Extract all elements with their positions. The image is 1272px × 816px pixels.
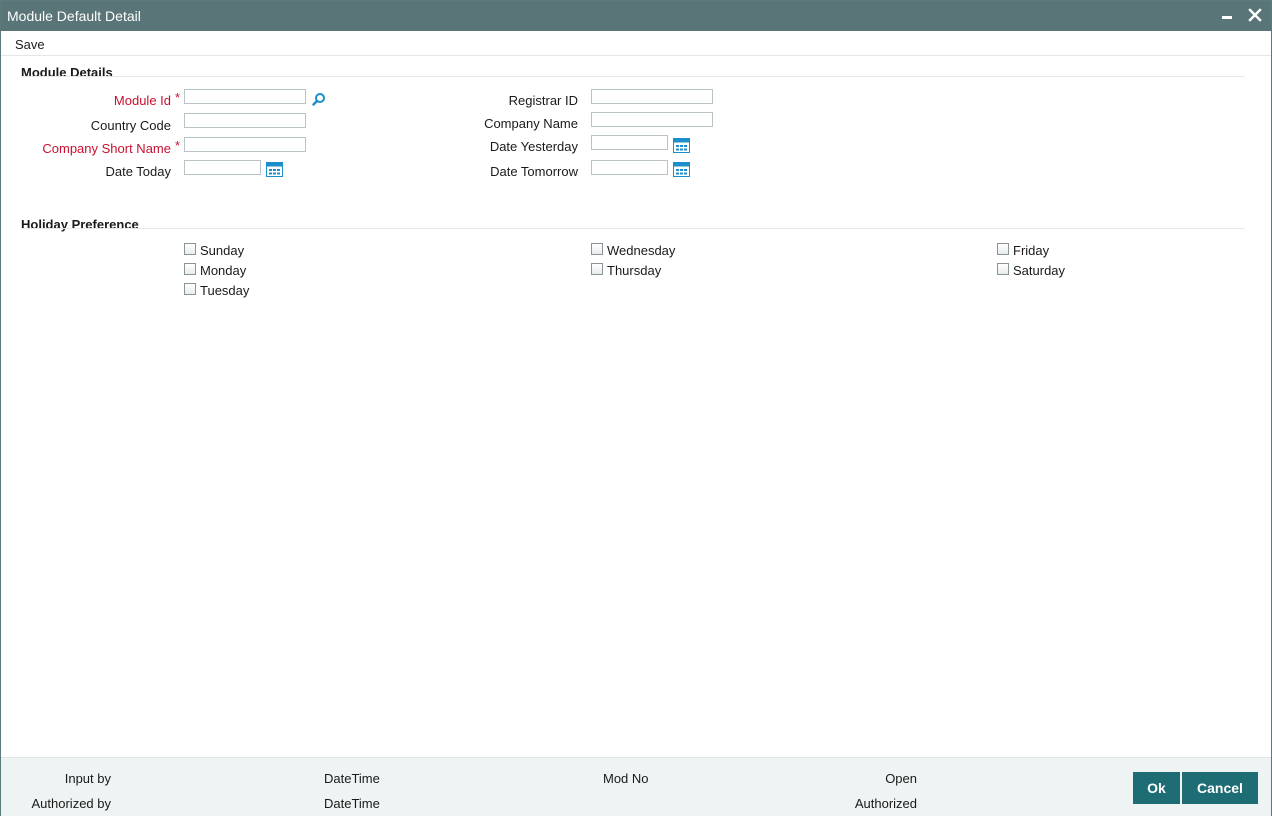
monday-checkbox[interactable] xyxy=(184,263,196,275)
holiday-preference-title: Holiday Preference xyxy=(21,217,139,232)
authorization-status-label: Authorized xyxy=(854,796,917,811)
company-short-name-required-marker: * xyxy=(175,138,181,153)
wednesday-checkbox[interactable] xyxy=(591,243,603,255)
date-tomorrow-label: Date Tomorrow xyxy=(490,164,578,179)
search-icon[interactable] xyxy=(312,92,326,106)
module-id-input[interactable] xyxy=(184,89,306,104)
input-by-label: Input by xyxy=(64,771,111,786)
authorized-by-label: Authorized by xyxy=(31,796,112,811)
date-tomorrow-input[interactable] xyxy=(591,160,668,175)
tuesday-checkbox[interactable] xyxy=(184,283,196,295)
company-name-input[interactable] xyxy=(591,112,713,127)
audit-footer: Input by Authorized by DateTime DateTime… xyxy=(1,757,1271,816)
date-today-input[interactable] xyxy=(184,160,261,175)
holiday-preference-divider xyxy=(21,228,1245,229)
window-title: Module Default Detail xyxy=(7,8,141,24)
ok-button[interactable]: Ok xyxy=(1133,772,1180,804)
close-icon[interactable] xyxy=(1245,5,1265,25)
friday-checkbox[interactable] xyxy=(997,243,1009,255)
minimize-icon[interactable] xyxy=(1217,5,1237,25)
title-bar: Module Default Detail xyxy=(1,1,1271,31)
thursday-checkbox[interactable] xyxy=(591,263,603,275)
saturday-label: Saturday xyxy=(1013,263,1066,278)
calendar-icon[interactable] xyxy=(266,162,283,177)
toolbar: Save xyxy=(1,31,1271,56)
mod-no-label: Mod No xyxy=(603,771,649,786)
saturday-checkbox[interactable] xyxy=(997,263,1009,275)
monday-label: Monday xyxy=(200,263,247,278)
wednesday-label: Wednesday xyxy=(607,243,676,258)
authorized-datetime-label: DateTime xyxy=(324,796,380,811)
calendar-icon[interactable] xyxy=(673,162,690,177)
company-name-label: Company Name xyxy=(484,116,578,131)
sunday-label: Sunday xyxy=(200,243,245,258)
module-details-divider xyxy=(21,76,1245,77)
close-icon-glyph xyxy=(1248,8,1262,22)
cancel-button[interactable]: Cancel xyxy=(1182,772,1258,804)
module-id-label: Module Id xyxy=(113,93,171,108)
date-yesterday-input[interactable] xyxy=(591,135,668,150)
record-status-label: Open xyxy=(885,771,917,786)
company-short-name-label: Company Short Name xyxy=(42,141,171,156)
sunday-checkbox[interactable] xyxy=(184,243,196,255)
country-code-label: Country Code xyxy=(90,118,171,133)
module-details-title: Module Details xyxy=(21,65,113,80)
date-yesterday-label: Date Yesterday xyxy=(489,139,578,154)
input-datetime-label: DateTime xyxy=(324,771,380,786)
company-short-name-input[interactable] xyxy=(184,137,306,152)
save-button[interactable]: Save xyxy=(15,37,45,52)
module-id-required-marker: * xyxy=(175,90,181,105)
module-default-detail-window: Module Default Detail Save Module Detail… xyxy=(0,0,1272,816)
date-today-label: Date Today xyxy=(105,164,171,179)
country-code-input[interactable] xyxy=(184,113,306,128)
tuesday-label: Tuesday xyxy=(200,283,250,298)
registrar-id-label: Registrar ID xyxy=(508,93,578,108)
registrar-id-input[interactable] xyxy=(591,89,713,104)
calendar-icon[interactable] xyxy=(673,138,690,153)
friday-label: Friday xyxy=(1013,243,1050,258)
thursday-label: Thursday xyxy=(607,263,662,278)
